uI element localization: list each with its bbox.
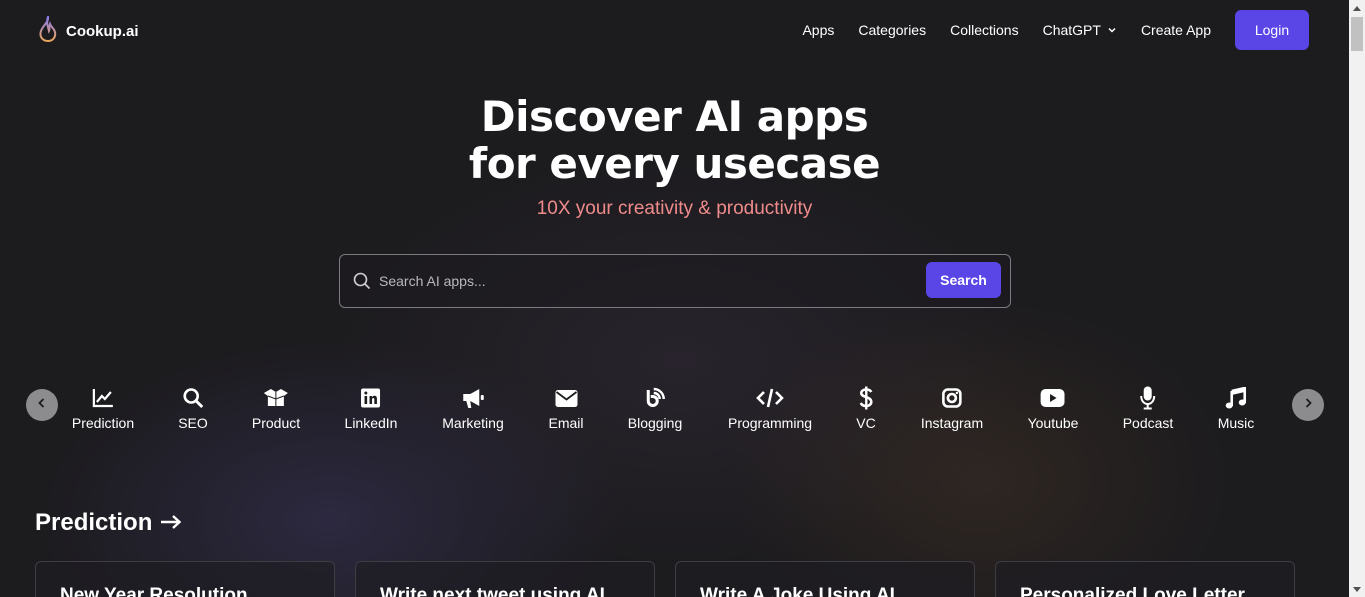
search-input[interactable] bbox=[379, 267, 919, 295]
category-label: Product bbox=[251, 415, 301, 431]
scrollbar-thumb[interactable] bbox=[1351, 17, 1363, 51]
search-button[interactable]: Search bbox=[926, 262, 1001, 298]
category-programming[interactable]: Programming bbox=[728, 386, 812, 431]
search-bar: Search bbox=[339, 254, 1011, 308]
category-label: Prediction bbox=[71, 415, 135, 431]
category-marketing[interactable]: Marketing bbox=[442, 386, 504, 431]
hero-title: Discover AI apps for every usecase bbox=[0, 93, 1349, 187]
category-product[interactable]: Product bbox=[252, 386, 300, 431]
category-seo[interactable]: SEO bbox=[178, 386, 208, 431]
scroll-down-button[interactable] bbox=[1349, 581, 1365, 597]
search-icon bbox=[353, 272, 371, 295]
section-title-link[interactable]: Prediction bbox=[35, 509, 182, 537]
triangle-down-icon bbox=[1353, 586, 1361, 592]
category-label: Blogging bbox=[627, 415, 683, 431]
nav-collections[interactable]: Collections bbox=[950, 22, 1018, 38]
category-label: SEO bbox=[178, 415, 208, 431]
chevron-down-icon bbox=[1107, 22, 1117, 38]
category-blogging[interactable]: Blogging bbox=[627, 386, 683, 431]
nav-categories[interactable]: Categories bbox=[858, 22, 926, 38]
category-podcast[interactable]: Podcast bbox=[1122, 386, 1174, 431]
category-label: Music bbox=[1217, 415, 1255, 431]
app-card[interactable]: Write A Joke Using AI bbox=[675, 561, 975, 597]
category-label: Youtube bbox=[1027, 415, 1079, 431]
category-label: LinkedIn bbox=[344, 415, 398, 431]
nav-chatgpt-dropdown[interactable]: ChatGPT bbox=[1043, 22, 1117, 38]
logo-text: Cookup.ai bbox=[66, 23, 139, 40]
chevron-right-icon bbox=[1302, 396, 1314, 414]
microphone-icon bbox=[1140, 386, 1156, 410]
hero-title-line1: Discover AI apps bbox=[480, 92, 869, 141]
nav-chatgpt-label: ChatGPT bbox=[1042, 22, 1101, 38]
category-label: Marketing bbox=[442, 415, 504, 431]
app-card[interactable]: Write next tweet using AI bbox=[355, 561, 655, 597]
envelope-icon bbox=[554, 386, 577, 410]
nav-create-app[interactable]: Create App bbox=[1141, 22, 1211, 38]
category-label: VC bbox=[856, 415, 876, 431]
music-icon bbox=[1225, 386, 1247, 410]
triangle-up-icon bbox=[1353, 5, 1361, 11]
category-instagram[interactable]: Instagram bbox=[921, 386, 983, 431]
app-card[interactable]: New Year Resolution bbox=[35, 561, 335, 597]
dollar-icon bbox=[859, 386, 873, 410]
scroll-up-button[interactable] bbox=[1349, 0, 1365, 16]
login-button[interactable]: Login bbox=[1235, 10, 1309, 50]
category-label: Programming bbox=[727, 415, 813, 431]
box-open-icon bbox=[263, 386, 289, 410]
blog-icon bbox=[644, 386, 666, 410]
category-label: Podcast bbox=[1122, 415, 1174, 431]
category-label: Email bbox=[548, 415, 584, 431]
hero-title-line2: for every usecase bbox=[468, 139, 881, 188]
page-scrollbar[interactable] bbox=[1349, 0, 1365, 597]
category-music[interactable]: Music bbox=[1217, 386, 1255, 431]
bullhorn-icon bbox=[461, 386, 485, 410]
flame-logo-icon bbox=[38, 13, 58, 47]
category-youtube[interactable]: Youtube bbox=[1027, 386, 1079, 431]
app-card-title: Write A Joke Using AI bbox=[700, 585, 895, 597]
section-title: Prediction bbox=[35, 509, 153, 536]
category-vc[interactable]: VC bbox=[856, 386, 876, 431]
app-card-title: Personalized Love Letter bbox=[1020, 585, 1245, 597]
logo[interactable]: Cookup.ai bbox=[38, 13, 139, 47]
app-card-title: New Year Resolution bbox=[60, 585, 248, 597]
carousel-next-button[interactable] bbox=[1292, 389, 1324, 421]
carousel-prev-button[interactable] bbox=[26, 389, 58, 421]
instagram-icon bbox=[942, 386, 962, 410]
app-card-title: Write next tweet using AI bbox=[380, 585, 605, 597]
chart-line-icon bbox=[92, 386, 114, 410]
category-prediction[interactable]: Prediction bbox=[72, 386, 134, 431]
chevron-left-icon bbox=[36, 396, 48, 414]
linkedin-icon bbox=[361, 386, 381, 410]
app-card[interactable]: Personalized Love Letter bbox=[995, 561, 1295, 597]
code-icon bbox=[756, 386, 784, 410]
nav-apps[interactable]: Apps bbox=[802, 22, 834, 38]
top-nav: Apps Categories Collections ChatGPT Crea… bbox=[802, 10, 1309, 50]
category-email[interactable]: Email bbox=[548, 386, 584, 431]
arrow-right-icon bbox=[160, 509, 182, 537]
youtube-icon bbox=[1041, 386, 1065, 410]
category-linkedin[interactable]: LinkedIn bbox=[344, 386, 398, 431]
category-label: Instagram bbox=[920, 415, 984, 431]
search-icon bbox=[182, 386, 204, 410]
hero-subtitle: 10X your creativity & productivity bbox=[536, 198, 813, 219]
